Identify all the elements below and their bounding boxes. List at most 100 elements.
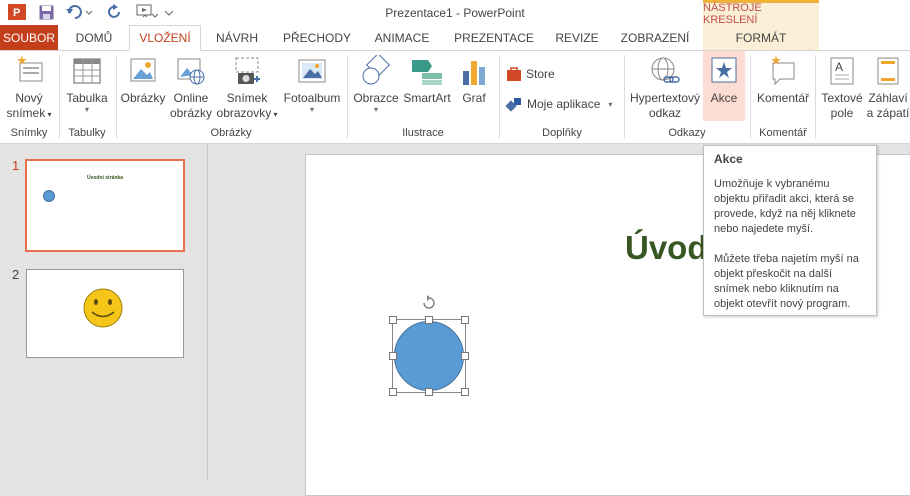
action-label: Akce xyxy=(710,91,738,105)
smartart-button[interactable]: SmartArt xyxy=(402,55,452,106)
store-icon xyxy=(507,67,521,81)
online-pictures-button[interactable]: Online obrázky xyxy=(168,55,214,121)
new-slide-label-2: snímek xyxy=(6,106,46,120)
tab-format[interactable]: FORMÁT xyxy=(703,25,819,50)
hyperlink-label-2: odkaz xyxy=(648,106,682,120)
resize-handle[interactable] xyxy=(461,352,469,360)
comment-button[interactable]: Komentář xyxy=(753,55,813,106)
photo-album-icon xyxy=(298,59,326,83)
tab-view[interactable]: ZOBRAZENÍ xyxy=(614,25,696,50)
group-separator xyxy=(815,55,816,139)
group-illustrations-label: Ilustrace xyxy=(402,127,444,139)
tab-home[interactable]: DOMŮ xyxy=(64,25,124,50)
photo-album-button[interactable]: Fotoalbum ▾ xyxy=(280,55,344,114)
my-apps-button[interactable]: Moje aplikace ▾ xyxy=(506,95,612,113)
shapes-button[interactable]: Obrazce ▾ xyxy=(350,55,402,114)
resize-handle[interactable] xyxy=(389,316,397,324)
slide-title[interactable]: Úvod xyxy=(625,229,708,267)
tooltip-paragraph-1: Umožňuje k vybranému objektu přiřadit ak… xyxy=(714,178,856,235)
resize-handle[interactable] xyxy=(425,316,433,324)
store-label: Store xyxy=(526,67,555,81)
tab-review[interactable]: REVIZE xyxy=(549,25,605,50)
pictures-button[interactable]: Obrázky xyxy=(118,55,168,106)
textbox-label-2: pole xyxy=(830,106,854,120)
online-pictures-icon xyxy=(177,58,205,85)
chart-button[interactable]: Graf xyxy=(454,55,494,106)
tab-animations[interactable]: ANIMACE xyxy=(365,25,439,50)
comment-label: Komentář xyxy=(756,91,810,105)
screenshot-label-1: Snímek xyxy=(226,91,268,105)
online-pictures-label-2: obrázky xyxy=(169,106,213,120)
new-slide-button[interactable]: Nový snímek ▾ xyxy=(4,55,54,122)
group-comments-label: Komentář xyxy=(759,127,807,139)
ribbon: Nový snímek ▾ Snímky Tabulka ▾ Tabulky O… xyxy=(0,51,910,144)
smartart-icon xyxy=(412,60,442,85)
resize-handle[interactable] xyxy=(461,316,469,324)
resize-handle[interactable] xyxy=(389,352,397,360)
group-images-label: Obrázky xyxy=(210,127,252,139)
thumbnail-number: 1 xyxy=(12,158,20,173)
hyperlink-button[interactable]: Hypertextový odkaz xyxy=(628,55,702,121)
group-links-label: Odkazy xyxy=(668,127,706,139)
svg-text:A: A xyxy=(835,60,843,74)
group-tables-label: Tabulky xyxy=(68,127,106,139)
slide-thumbnail-2[interactable] xyxy=(26,269,184,358)
table-button[interactable]: Tabulka ▾ xyxy=(62,55,112,114)
group-separator xyxy=(750,55,751,139)
hyperlink-icon xyxy=(651,57,680,83)
slide-thumbnails-panel: 1 Úvodní stránka 2 xyxy=(0,144,208,481)
tab-design[interactable]: NÁVRH xyxy=(206,25,268,50)
action-button[interactable]: Akce xyxy=(703,51,745,121)
pictures-label: Obrázky xyxy=(120,91,166,105)
smartart-label: SmartArt xyxy=(403,91,451,105)
my-apps-icon xyxy=(506,98,521,112)
group-slides-label: Snímky xyxy=(10,127,48,139)
slide-thumbnail-1[interactable]: Úvodní stránka xyxy=(25,159,185,252)
tab-slideshow[interactable]: PREZENTACE xyxy=(448,25,540,50)
new-slide-icon xyxy=(17,55,43,82)
pictures-icon xyxy=(130,58,156,82)
shapes-label: Obrazce xyxy=(353,91,399,105)
action-star-icon xyxy=(711,57,737,83)
my-apps-dropdown-icon: ▾ xyxy=(608,99,613,109)
header-footer-button[interactable]: Záhlaví a zápatí xyxy=(866,55,910,121)
group-separator xyxy=(116,55,117,139)
new-slide-label-1: Nový xyxy=(15,91,43,105)
shapes-icon xyxy=(362,55,391,85)
header-footer-icon xyxy=(877,57,899,85)
group-addins-label: Doplňky xyxy=(542,127,582,139)
group-separator xyxy=(347,55,348,139)
my-apps-label: Moje aplikace xyxy=(527,97,601,111)
chart-icon xyxy=(463,61,485,85)
hyperlink-label-1: Hypertextový xyxy=(629,91,701,105)
action-tooltip: Akce Umožňuje k vybranému objektu přiřad… xyxy=(703,145,877,316)
tooltip-title: Akce xyxy=(714,152,743,166)
tab-transitions[interactable]: PŘECHODY xyxy=(276,25,358,50)
screenshot-label-2: obrazovky xyxy=(216,106,272,120)
selection-frame xyxy=(392,319,466,393)
ribbon-tabs: SOUBOR DOMŮ VLOŽENÍ NÁVRH PŘECHODY ANIMA… xyxy=(0,25,910,51)
tab-insert[interactable]: VLOŽENÍ xyxy=(129,25,201,51)
textbox-label-1: Textové xyxy=(821,91,863,105)
store-button[interactable]: Store xyxy=(506,65,555,83)
tab-file[interactable]: SOUBOR xyxy=(0,25,58,50)
resize-handle[interactable] xyxy=(425,388,433,396)
group-separator xyxy=(499,55,500,139)
drawing-tools-header: NÁSTROJE KRESLENÍ xyxy=(703,0,819,26)
header-footer-label-2: a zápatí xyxy=(866,106,910,120)
rotate-handle-icon[interactable] xyxy=(421,295,437,311)
textbox-icon: A xyxy=(830,57,854,85)
textbox-button[interactable]: A Textové pole xyxy=(818,55,866,121)
thumbnail-circle-shape xyxy=(43,190,55,202)
resize-handle[interactable] xyxy=(389,388,397,396)
group-separator xyxy=(59,55,60,139)
online-pictures-label-1: Online xyxy=(173,91,209,105)
thumbnail-number: 2 xyxy=(12,267,20,282)
table-icon xyxy=(73,58,101,84)
title-bar: P Prezentace1 - PowerPoint NÁSTROJE KRES… xyxy=(0,0,910,26)
resize-handle[interactable] xyxy=(461,388,469,396)
smiley-face-icon xyxy=(83,288,123,328)
new-comment-icon xyxy=(771,55,795,86)
group-separator xyxy=(624,55,625,139)
screenshot-button[interactable]: Snímek obrazovky ▾ xyxy=(214,55,280,122)
